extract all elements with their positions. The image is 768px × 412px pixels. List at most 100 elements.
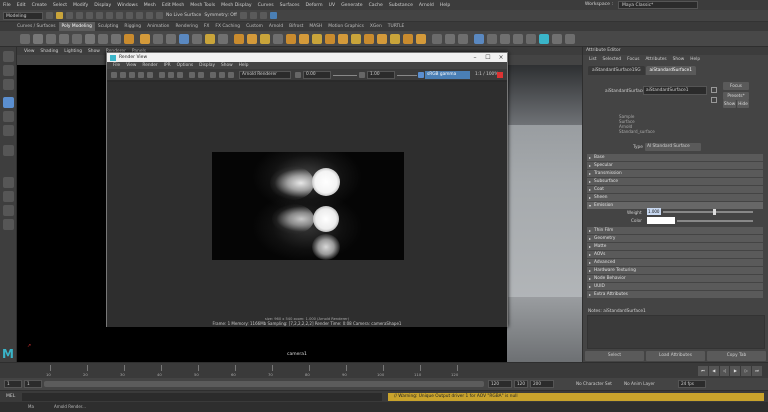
render-view-titlebar[interactable]: Render View – ☐ ×: [107, 53, 507, 62]
close-icon[interactable]: ×: [495, 53, 507, 62]
rv-menu-display[interactable]: Display: [196, 63, 218, 68]
section-matte[interactable]: ▸ Matte: [587, 243, 763, 250]
snapshot-icon[interactable]: [147, 72, 153, 78]
character-set-dropdown[interactable]: No Character Set: [576, 381, 612, 386]
shelf-tab-motion-graphics[interactable]: Motion Graphics: [325, 22, 367, 31]
output-connection-icon[interactable]: [711, 97, 717, 103]
menuset-dropdown[interactable]: Modeling: [3, 11, 43, 20]
boolean-icon[interactable]: [179, 34, 189, 44]
collapse-icon[interactable]: [286, 34, 296, 44]
shelf-tab-rendering[interactable]: Rendering: [172, 22, 200, 31]
menu-substance[interactable]: Substance: [386, 3, 416, 8]
menu-edit-mesh[interactable]: Edit Mesh: [159, 3, 187, 8]
select-object-icon[interactable]: [106, 12, 113, 19]
poly-torus-icon[interactable]: [72, 34, 82, 44]
chamfer-icon[interactable]: [325, 34, 335, 44]
rv-menu-options[interactable]: Options: [174, 63, 197, 68]
rv-menu-view[interactable]: View: [123, 63, 139, 68]
exposure-field[interactable]: 0.00: [303, 71, 331, 79]
range-bar[interactable]: [44, 381, 484, 387]
wedge-icon[interactable]: [299, 34, 309, 44]
tab-standard-surface[interactable]: aiStandardSurface1: [645, 66, 697, 75]
render-frame-icon[interactable]: [239, 12, 247, 19]
color-management-icon[interactable]: [418, 72, 424, 78]
menu-edit[interactable]: Edit: [14, 3, 29, 8]
renderer-dropdown[interactable]: Arnold Renderer: [239, 71, 291, 79]
multi-cut-icon[interactable]: [416, 34, 426, 44]
gamma-slider[interactable]: [397, 75, 417, 76]
select-tool-icon[interactable]: [3, 51, 14, 62]
snap-plane-icon[interactable]: [156, 12, 163, 19]
menu-generate[interactable]: Generate: [338, 3, 365, 8]
range-end-field[interactable]: 120: [488, 380, 512, 388]
rv-menu-render[interactable]: Render: [139, 63, 160, 68]
real-size-icon[interactable]: [177, 72, 183, 78]
combine-icon[interactable]: [140, 34, 150, 44]
poly-plane-icon[interactable]: [85, 34, 95, 44]
rgb-channel-icon[interactable]: [159, 72, 165, 78]
fps-dropdown[interactable]: 24 fps: [678, 380, 706, 388]
auto-map-icon[interactable]: [526, 34, 536, 44]
sew-uv-icon[interactable]: [565, 34, 575, 44]
focus-button[interactable]: Focus: [723, 82, 749, 90]
go-to-end-icon[interactable]: ⏭: [752, 366, 762, 376]
scale-tool-icon[interactable]: [3, 125, 14, 136]
ae-menu-list[interactable]: List: [586, 57, 600, 62]
shelf-tab-fx-caching[interactable]: FX Caching: [212, 22, 243, 31]
ae-menu-help[interactable]: Help: [687, 57, 703, 62]
section-specular[interactable]: ▸ Specular: [587, 162, 763, 169]
bridge-icon[interactable]: [218, 34, 228, 44]
menu-help[interactable]: Help: [437, 3, 453, 8]
side-by-side-icon[interactable]: [3, 205, 14, 216]
ipr-icon[interactable]: [120, 72, 126, 78]
menu-mesh-display[interactable]: Mesh Display: [218, 3, 255, 8]
display-icon[interactable]: [219, 72, 225, 78]
end-frame-field[interactable]: 120: [514, 380, 528, 388]
open-scene-icon[interactable]: [56, 12, 63, 19]
rv-menu-ipr[interactable]: IPR: [161, 63, 174, 68]
menu-create[interactable]: Create: [29, 3, 50, 8]
minimize-icon[interactable]: –: [469, 53, 481, 62]
workspace-dropdown[interactable]: Maya Classic*: [618, 1, 698, 9]
outliner-layout-icon[interactable]: [3, 219, 14, 230]
shelf-tab-curves-surfaces[interactable]: Curves / Surfaces: [14, 22, 59, 31]
section-aovs[interactable]: ▸ AOVs: [587, 251, 763, 258]
menu-display[interactable]: Display: [91, 3, 114, 8]
shelf-tab-rigging[interactable]: Rigging: [121, 22, 144, 31]
step-back-icon[interactable]: ◀: [708, 366, 719, 376]
snap-point-icon[interactable]: [146, 12, 153, 19]
merge-icon[interactable]: [273, 34, 283, 44]
shelf-tab-animation[interactable]: Animation: [144, 22, 172, 31]
section-uuid[interactable]: ▸ UUID: [587, 283, 763, 290]
poly-cube-icon[interactable]: [33, 34, 43, 44]
ae-menu-show[interactable]: Show: [670, 57, 688, 62]
menu-file[interactable]: File: [0, 3, 14, 8]
planar-map-icon[interactable]: [487, 34, 497, 44]
camera-icon[interactable]: [210, 72, 216, 78]
step-forward-icon[interactable]: ▷: [741, 366, 752, 376]
shelf-tab-custom[interactable]: Custom: [243, 22, 266, 31]
move-tool-icon[interactable]: [3, 97, 14, 108]
triangulate-icon[interactable]: [364, 34, 374, 44]
menu-curves[interactable]: Curves: [255, 3, 277, 8]
copy-tab-button[interactable]: Copy Tab: [707, 351, 766, 361]
layout-uv-icon[interactable]: [552, 34, 562, 44]
mel-command-input[interactable]: [22, 393, 382, 401]
menu-modify[interactable]: Modify: [70, 3, 91, 8]
smooth-icon[interactable]: [166, 34, 176, 44]
viewport-menu-lighting[interactable]: Lighting: [61, 49, 85, 54]
undo-icon[interactable]: [76, 12, 83, 19]
show-button[interactable]: Show: [723, 100, 736, 108]
section-coat[interactable]: ▸ Coat: [587, 186, 763, 193]
select-button[interactable]: Select: [585, 351, 644, 361]
viewport-menu-shading[interactable]: Shading: [37, 49, 61, 54]
shelf-tab-sculpting[interactable]: Sculpting: [95, 22, 122, 31]
menu-windows[interactable]: Windows: [114, 3, 141, 8]
ae-menu-selected[interactable]: Selected: [600, 57, 625, 62]
ae-menu-focus[interactable]: Focus: [624, 57, 642, 62]
section-emission[interactable]: ▾ Emission: [587, 202, 763, 209]
section-advanced[interactable]: ▸ Advanced: [587, 259, 763, 266]
presets-button[interactable]: Presets*: [723, 92, 749, 100]
menu-mesh[interactable]: Mesh: [141, 3, 159, 8]
rv-menu-show[interactable]: Show: [218, 63, 236, 68]
